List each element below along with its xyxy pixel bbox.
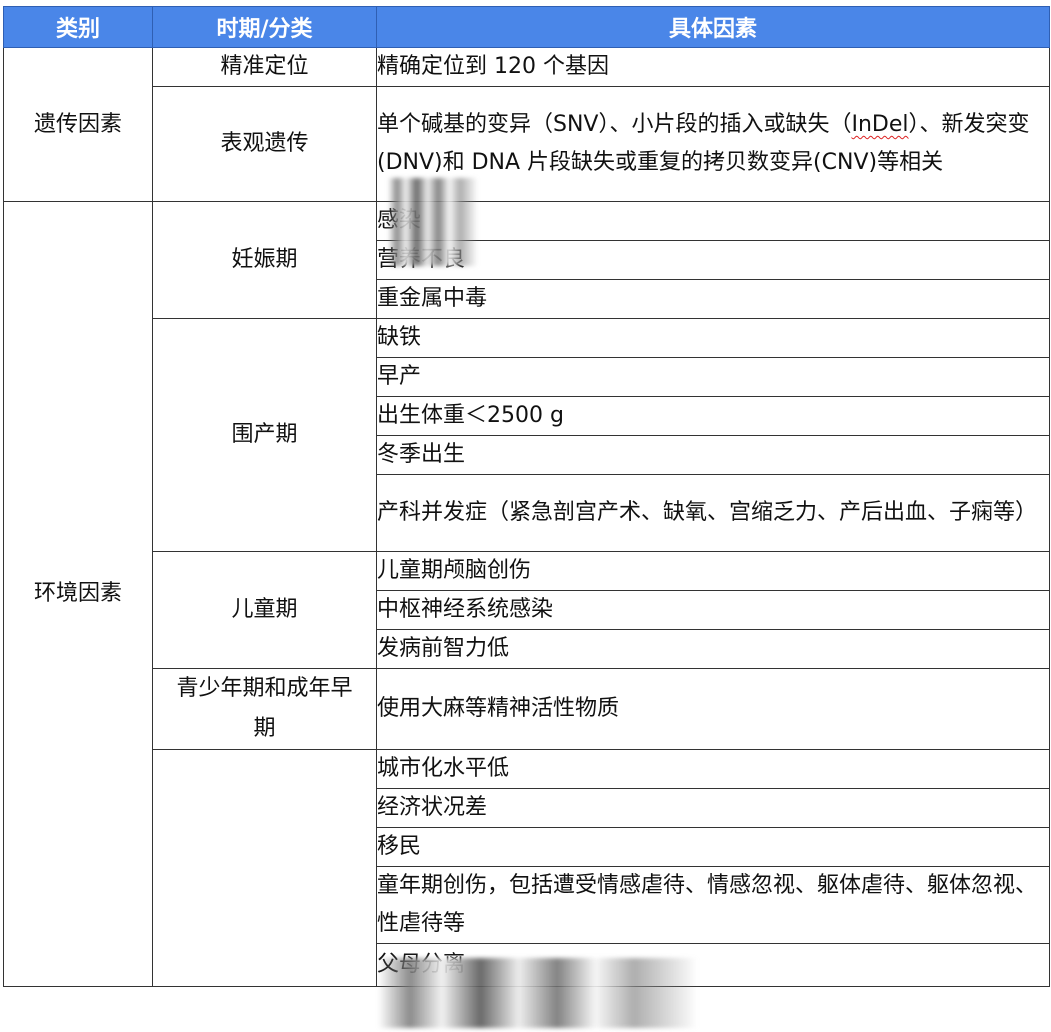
table-row: 围产期 缺铁 (4, 318, 1050, 552)
period-cell: 表观遗传 (152, 86, 377, 202)
table-row: 遗传因素 精准定位 精确定位到 120 个基因 (3, 47, 1050, 202)
factor-cell: 精确定位到 120 个基因 (376, 47, 1050, 87)
period-cell (152, 749, 377, 987)
category-genetic: 遗传因素 (3, 47, 153, 202)
factor-cell: 营养不良 (376, 240, 1050, 280)
table-row: 儿童期 儿童期颅脑创伤 (4, 551, 1050, 669)
table-header-row: 类别 时期/分类 具体因素 (3, 6, 1050, 48)
period-cell: 儿童期 (152, 551, 377, 669)
spellcheck-marked-word: InDel (851, 112, 909, 137)
factor-cell: 早产 (376, 357, 1050, 397)
factor-cell: 出生体重＜2500 g (376, 396, 1050, 436)
table-row: 青少年期和成年早期 使用大麻等精神活性物质 (4, 668, 1050, 750)
category-environment: 环境因素 (3, 201, 153, 987)
factor-cell: 城市化水平低 (376, 749, 1050, 789)
header-factors: 具体因素 (376, 6, 1050, 48)
factor-cell: 移民 (376, 827, 1050, 867)
period-cell: 精准定位 (152, 47, 377, 87)
header-category: 类别 (3, 6, 153, 48)
factor-cell: 重金属中毒 (376, 279, 1050, 319)
factor-cell: 冬季出生 (376, 435, 1050, 475)
factor-cell: 中枢神经系统感染 (376, 590, 1050, 630)
factor-cell: 缺铁 (376, 318, 1050, 358)
header-period: 时期/分类 (152, 6, 377, 48)
factor-cell: 儿童期颅脑创伤 (376, 551, 1050, 591)
factor-cell: 单个碱基的变异（SNV）、小片段的插入或缺失（InDel）、新发突变(DNV)和… (376, 86, 1050, 202)
factor-cell: 发病前智力低 (376, 629, 1050, 669)
period-cell: 妊娠期 (152, 201, 377, 319)
risk-factors-table: 类别 时期/分类 具体因素 遗传因素 精准定位 精确定位到 120 个基因 表观… (3, 6, 1050, 987)
factor-cell: 经济状况差 (376, 788, 1050, 828)
period-cell: 围产期 (152, 318, 377, 552)
period-cell: 青少年期和成年早期 (152, 668, 377, 750)
table-row: 环境因素 妊娠期 感染 (3, 201, 1050, 987)
table-row: 城市化水平低 (4, 749, 1050, 987)
factor-cell: 父母分离 (376, 943, 1050, 987)
factor-cell: 童年期创伤，包括遭受情感虐待、情感忽视、躯体虐待、躯体忽视、性虐待等 (376, 866, 1050, 944)
factor-cell: 产科并发症（紧急剖宫产术、缺氧、宫缩乏力、产后出血、子痫等） (376, 474, 1050, 552)
factor-cell: 感染 (376, 201, 1050, 241)
table-row: 表观遗传 单个碱基的变异（SNV）、小片段的插入或缺失（InDel）、新发突变(… (4, 86, 1050, 202)
factor-cell: 使用大麻等精神活性物质 (376, 668, 1050, 750)
